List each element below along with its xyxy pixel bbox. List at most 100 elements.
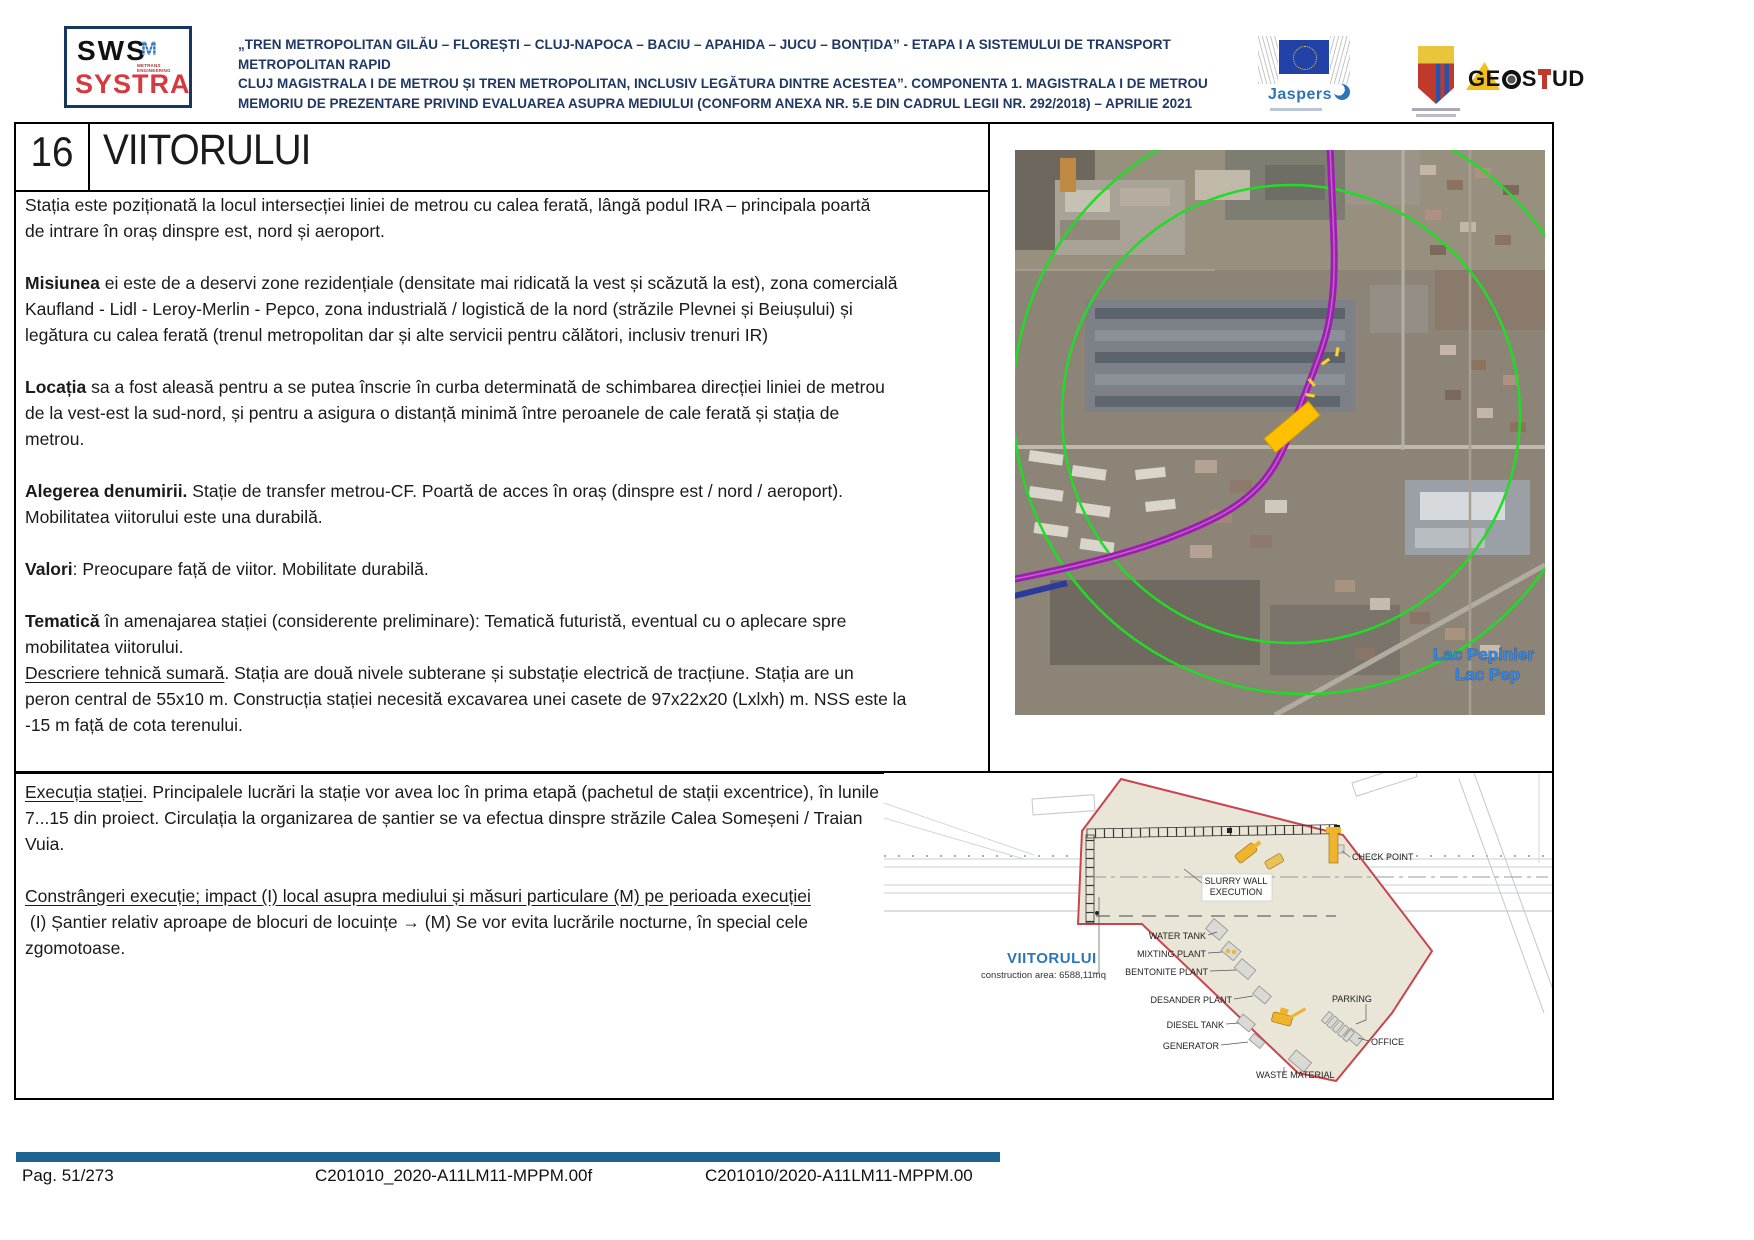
satellite-map: Lac Pepinier Lac Pep: [1015, 150, 1545, 715]
text-line: 7...15 din proiect. Circulația la organi…: [25, 805, 970, 831]
paragraph: Stația este poziționată la locul interse…: [25, 192, 975, 244]
text-segment: Constrângeri execuție; impact (I) local …: [25, 886, 811, 906]
geostud-wordmark: GE S UD: [1468, 66, 1585, 92]
geostud-drill-icon: [1538, 67, 1551, 91]
jaspers-subtext: [1270, 108, 1322, 111]
text-segment: Misiunea: [25, 273, 100, 293]
text-segment: ei este de a deservi zone rezidențiale (…: [100, 273, 898, 293]
lake-label-2: Lac Pep: [1455, 665, 1520, 684]
plan-label-desander-plant: DESANDER PLANT: [1150, 995, 1232, 1005]
text-segment: peron central de 55x10 m. Construcția st…: [25, 689, 906, 709]
paragraph: Tematică în amenajarea stației (consider…: [25, 608, 975, 660]
geostud-text-ud: UD: [1552, 66, 1585, 92]
paragraph: Descriere tehnică sumară. Stația are dou…: [25, 660, 975, 738]
text-segment: . Stația are două nivele subterane și su…: [224, 663, 853, 683]
geostud-text-ge: GE: [1468, 66, 1501, 92]
geostud-text-s: S: [1522, 66, 1537, 92]
text-segment: Descriere tehnică sumară: [25, 663, 224, 683]
mixing-drum-icon: [1226, 949, 1230, 953]
geostud-logo: GESUD: [1466, 58, 1562, 110]
text-line: zgomotoase.: [25, 935, 970, 961]
plan-label-generator: GENERATOR: [1163, 1041, 1220, 1051]
eu-hatch-right: [1330, 36, 1350, 84]
text-segment: Alegerea denumirii.: [25, 481, 187, 501]
plan-label-bentonite-plant: BENTONITE PLANT: [1125, 967, 1208, 977]
text-line: mobilitatea viitorului.: [25, 634, 975, 660]
slurry-wall-label-1: SLURRY WALL: [1205, 876, 1268, 886]
plan-label-waste-material: WASTE MATERIAL: [1256, 1070, 1335, 1080]
header-title: „TREN METROPOLITAN GILĂU – FLOREȘTI – CL…: [238, 35, 1238, 113]
header-title-line-1: „TREN METROPOLITAN GILĂU – FLOREȘTI – CL…: [238, 35, 1238, 74]
mixing-drum-icon: [1232, 950, 1236, 954]
text-line: Descriere tehnică sumară. Stația are dou…: [25, 660, 975, 686]
paragraph: Valori: Preocupare față de viitor. Mobil…: [25, 556, 975, 582]
footer-bar: [16, 1152, 1000, 1162]
metrans-m-icon: M: [141, 39, 157, 61]
text-line: Execuția stației. Principalele lucrări l…: [25, 779, 970, 805]
eu-commission-jaspers-logo: Jaspers: [1258, 32, 1358, 116]
text-segment: Vuia.: [25, 834, 64, 854]
text-segment: Kaufland - Lidl - Leroy-Merlin - Pepco, …: [25, 299, 853, 319]
plan-label-office: OFFICE: [1371, 1037, 1404, 1047]
footer-page-number: Pag. 51/273: [22, 1166, 114, 1186]
footer-doc-code-2: C201010/2020-A11LM11-MPPM.00: [705, 1166, 973, 1186]
paragraph: Locația sa a fost aleasă pentru a se put…: [25, 374, 975, 452]
text-line: Vuia.: [25, 831, 970, 857]
text-line: Stația este poziționată la locul interse…: [25, 192, 975, 218]
text-segment: sa a fost aleasă pentru a se putea înscr…: [86, 377, 885, 397]
site-plan: SLURRY WALL EXECUTION WATER TANK MIXTING…: [884, 773, 1552, 1091]
text-segment: Execuția stației: [25, 782, 143, 802]
table-divider: [988, 122, 990, 772]
text-segment: metrou.: [25, 429, 84, 449]
table-divider: [88, 122, 90, 190]
text-line: peron central de 55x10 m. Construcția st…: [25, 686, 975, 712]
execution-notes: Execuția stației. Principalele lucrări l…: [25, 779, 970, 987]
text-segment: zgomotoase.: [25, 938, 125, 958]
slurry-wall-label-2: EXECUTION: [1210, 887, 1263, 897]
sws-systra-logo: SWS M METRANS ENGINEERING SYSTRA: [64, 26, 192, 108]
plan-area-label: construction area: 6588,11mq: [981, 970, 1106, 981]
eu-hatch-left: [1258, 36, 1278, 84]
header-title-line-3: MEMORIU DE PREZENTARE PRIVIND EVALUAREA …: [238, 94, 1238, 114]
plan-label-check-point: CHECK POINT: [1352, 852, 1414, 862]
text-line: de intrare în oraș dinspre est, nord și …: [25, 218, 975, 244]
text-line: de la vest-est la sud-nord, și pentru a …: [25, 400, 975, 426]
jaspers-label: Jaspers: [1268, 86, 1332, 104]
eu-stars-icon: [1293, 46, 1317, 70]
text-segment: . Principalele lucrări la stație vor ave…: [143, 782, 879, 802]
plan-label-water-tank: WATER TANK: [1149, 931, 1206, 941]
jaspers-crescent-icon: [1334, 84, 1350, 100]
text-line: Tematică în amenajarea stației (consider…: [25, 608, 975, 634]
systra-label: SYSTRA: [75, 69, 191, 100]
text-segment: de la vest-est la sud-nord, și pentru a …: [25, 403, 839, 423]
plan-label-mixing-plant: MIXTING PLANT: [1137, 949, 1207, 959]
plan-station-title: VIITORULUI: [1007, 950, 1097, 967]
text-segment: mobilitatea viitorului.: [25, 637, 184, 657]
station-number: 16: [21, 128, 84, 176]
text-segment: -15 m față de cota terenului.: [25, 715, 243, 735]
text-segment: legătura cu calea ferată (trenul metropo…: [25, 325, 768, 345]
eu-flag-icon: [1279, 40, 1329, 74]
text-line: Mobilitatea viitorului este una durabilă…: [25, 504, 975, 530]
document-page: SWS M METRANS ENGINEERING SYSTRA „TREN M…: [0, 0, 1754, 1240]
header-title-line-2: CLUJ MAGISTRALA I DE METROU ȘI TREN METR…: [238, 74, 1238, 94]
paragraph: Execuția stației. Principalele lucrări l…: [25, 779, 970, 857]
text-segment: Locația: [25, 377, 86, 397]
station-name: VIITORULUI: [103, 126, 310, 175]
coat-of-arms-caption-1: [1412, 108, 1460, 111]
lake-label-1: Lac Pepinier: [1433, 645, 1534, 664]
text-line: Locația sa a fost aleasă pentru a se put…: [25, 374, 975, 400]
station-description: Stația este poziționată la locul interse…: [25, 192, 975, 764]
text-segment: Valori: [25, 559, 73, 579]
text-segment: (I) Șantier relativ aproape de blocuri d…: [25, 912, 808, 932]
text-segment: 7...15 din proiect. Circulația la organi…: [25, 808, 863, 828]
text-segment: : Preocupare față de viitor. Mobilitate …: [73, 559, 429, 579]
paragraph: Alegerea denumirii. Stație de transfer m…: [25, 478, 975, 530]
text-line: Misiunea ei este de a deservi zone rezid…: [25, 270, 975, 296]
paragraph: Constrângeri execuție; impact (I) local …: [25, 883, 970, 961]
text-line: Valori: Preocupare față de viitor. Mobil…: [25, 556, 975, 582]
text-line: Constrângeri execuție; impact (I) local …: [25, 883, 970, 909]
text-segment: în amenajarea stației (considerente prel…: [100, 611, 847, 631]
text-line: metrou.: [25, 426, 975, 452]
cluj-coat-of-arms: [1418, 46, 1454, 104]
